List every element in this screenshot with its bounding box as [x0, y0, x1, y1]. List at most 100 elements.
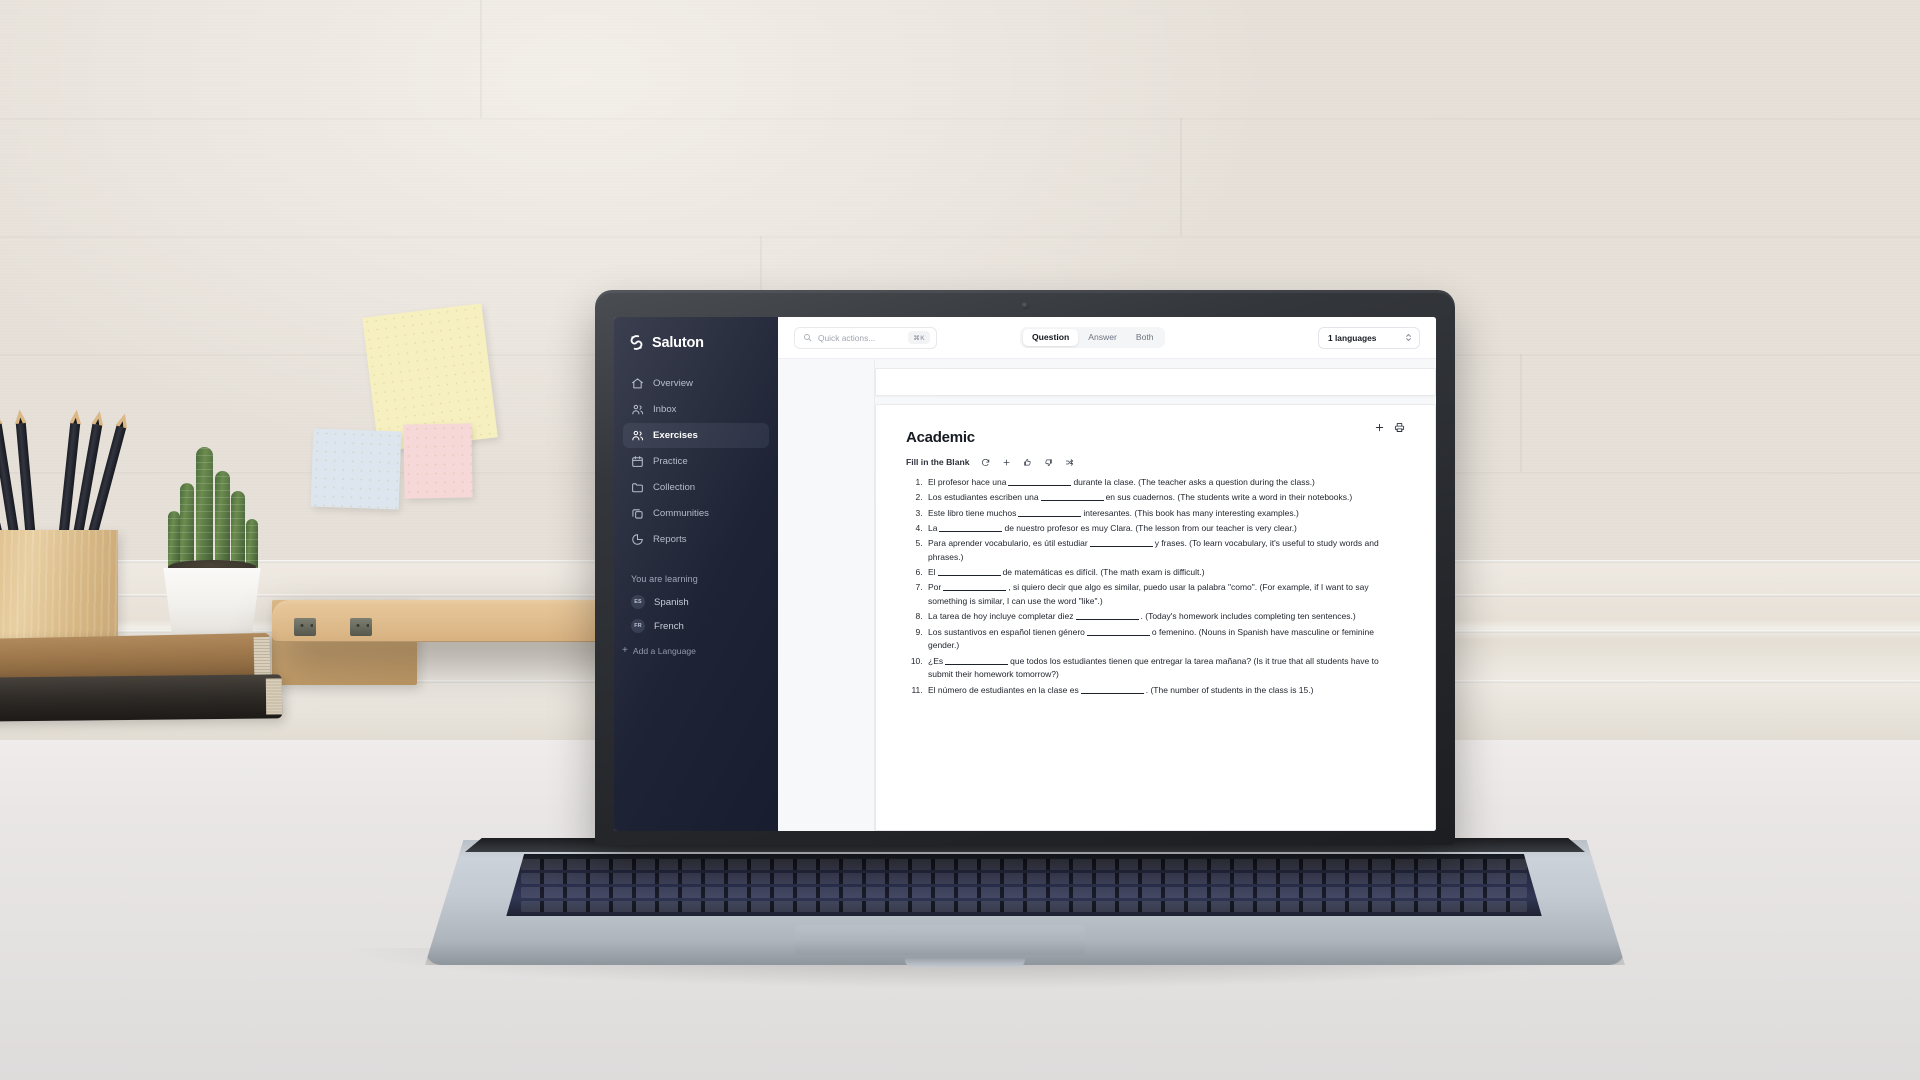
brand[interactable]: Saluton	[614, 332, 778, 371]
question-post: . (Today's homework includes completing …	[1140, 611, 1356, 622]
list-item: El número de estudiantes en la clase es.…	[925, 684, 1405, 698]
sidebar-nav: Overview Inbox Exercises Practice Collec…	[614, 371, 778, 552]
question-pre: El	[928, 567, 936, 578]
quick-actions-search[interactable]: Quick actions... ⌘K	[794, 326, 937, 349]
blank-field[interactable]	[943, 590, 1007, 592]
language-code-badge: FR	[631, 619, 645, 633]
sidebar-item-label: Communities	[653, 507, 709, 519]
saluton-swirl-logo-icon	[630, 335, 643, 350]
sidebar-item-collection[interactable]: Collection	[623, 475, 769, 500]
refresh-icon[interactable]	[981, 458, 990, 467]
blank-field[interactable]	[1040, 500, 1104, 502]
left-rail-panel[interactable]	[778, 359, 875, 831]
laptop-keyboard	[506, 854, 1542, 916]
exercise-type-label: Fill in the Blank	[906, 457, 970, 467]
calendar-icon	[632, 456, 643, 467]
tab-question[interactable]: Question	[1022, 329, 1079, 346]
laptop-lid: Saluton Overview Inbox Exercises Practic…	[595, 290, 1455, 845]
tab-both[interactable]: Both	[1127, 329, 1163, 346]
language-select-value: 1 languages	[1328, 332, 1377, 343]
question-pre: Para aprender vocabulario, es útil estud…	[928, 538, 1088, 549]
pie-chart-icon	[632, 534, 643, 545]
question-pre: Este libro tiene muchos	[928, 507, 1017, 518]
search-placeholder: Quick actions...	[818, 332, 876, 343]
blank-field[interactable]	[1075, 619, 1139, 621]
blank-field[interactable]	[1089, 546, 1153, 548]
sidebar-item-label: Collection	[653, 481, 696, 493]
add-icon[interactable]	[1374, 422, 1385, 433]
question-post: . (The number of students in the class i…	[1145, 684, 1314, 695]
exercise-type-row: Fill in the Blank	[906, 457, 1405, 467]
sidebar-item-label: Inbox	[653, 403, 677, 415]
plus-icon[interactable]	[1002, 458, 1011, 467]
sidebar-item-reports[interactable]: Reports	[623, 527, 769, 552]
question-pre: Los sustantivos en español tienen género	[928, 626, 1085, 637]
question-post: durante la clase. (The teacher asks a qu…	[1073, 477, 1315, 487]
sidebar-item-exercises[interactable]: Exercises	[623, 423, 769, 448]
sidebar-item-overview[interactable]: Overview	[623, 371, 769, 396]
learning-section-header: You are learning	[631, 574, 698, 584]
thumbs-up-icon[interactable]	[1023, 458, 1032, 467]
copy-icon	[632, 509, 643, 519]
sidebar-item-label: Practice	[653, 455, 688, 467]
laptop-notch-lip	[905, 958, 1025, 967]
question-pre: La tarea de hoy incluye completar diez	[928, 611, 1074, 622]
sidebar-item-label: Exercises	[653, 429, 698, 441]
add-language-button[interactable]: + Add a Language	[614, 637, 778, 657]
language-item-french[interactable]: FR French	[623, 615, 769, 637]
question-post: que todos los estudiantes tienen que ent…	[928, 655, 1379, 680]
blank-field[interactable]	[1086, 634, 1150, 636]
blank-field[interactable]	[945, 663, 1009, 665]
blank-field[interactable]	[939, 530, 1003, 532]
list-item: El de matemáticas es difícil. (The math e…	[925, 566, 1405, 580]
workspace: Academic Fill in the Blank 1. El profeso…	[778, 359, 1436, 831]
sidebar-item-inbox[interactable]: Inbox	[623, 397, 769, 422]
sidebar-item-communities[interactable]: Communities	[623, 501, 769, 526]
app-screen: Saluton Overview Inbox Exercises Practic…	[614, 317, 1436, 831]
list-item: ¿Esque todos los estudiantes tienen que …	[925, 655, 1405, 683]
list-item: El profesor hace una durante la clase. (T…	[925, 476, 1405, 490]
question-pre: Por	[928, 582, 942, 593]
view-mode-segmented-control: Question Answer Both	[1020, 326, 1166, 349]
exercise-card-academic: Academic Fill in the Blank 1. El profeso…	[875, 404, 1436, 831]
thumbs-down-icon[interactable]	[1044, 458, 1053, 467]
print-icon[interactable]	[1394, 422, 1405, 433]
shuffle-icon[interactable]	[1065, 458, 1074, 467]
blank-field[interactable]	[937, 575, 1001, 577]
question-post: en sus cuadernos. (The students write a …	[1105, 492, 1353, 503]
laptop: Saluton Overview Inbox Exercises Practic…	[0, 0, 1920, 1080]
question-post: , si quiero decir que algo es similar, p…	[928, 582, 1369, 607]
laptop-trackpad	[795, 925, 1085, 955]
list-item: La de nuestro profesor es muy Clara. (The…	[925, 522, 1405, 536]
question-pre: El número de estudiantes en la clase es	[928, 684, 1079, 695]
language-label: French	[654, 620, 684, 632]
sidebar: Saluton Overview Inbox Exercises Practic…	[614, 317, 778, 831]
question-post: interesantes. (This book has many intere…	[1083, 507, 1299, 518]
exercise-type-actions	[981, 458, 1074, 467]
sidebar-item-label: Reports	[653, 533, 687, 545]
list-item: La tarea de hoy incluye completar diez . …	[925, 610, 1405, 624]
list-item: Los sustantivos en español tienen género…	[925, 626, 1405, 654]
language-code-badge: ES	[631, 595, 645, 609]
exercise-card-previous[interactable]	[875, 368, 1436, 396]
list-item: Por, si quiero decir que algo es similar…	[925, 581, 1405, 609]
language-count-select[interactable]: 1 languages	[1318, 326, 1420, 349]
blank-field[interactable]	[1018, 515, 1082, 517]
tab-answer[interactable]: Answer	[1079, 329, 1126, 346]
question-post: de nuestro profesor es muy Clara. (The l…	[1004, 522, 1297, 533]
sidebar-item-label: Overview	[653, 377, 693, 389]
language-label: Spanish	[654, 596, 689, 608]
add-language-label: Add a Language	[632, 646, 696, 656]
blank-field[interactable]	[1080, 692, 1144, 694]
blank-field[interactable]	[1008, 485, 1072, 486]
list-item: Este libro tiene muchos interesantes. (Th…	[925, 507, 1405, 521]
language-list: ES Spanish FR French	[614, 591, 778, 637]
language-item-spanish[interactable]: ES Spanish	[623, 591, 769, 613]
question-pre: La	[928, 522, 938, 533]
card-header-actions	[1374, 422, 1405, 433]
sidebar-item-practice[interactable]: Practice	[623, 449, 769, 474]
users-icon	[632, 404, 644, 415]
brand-name: Saluton	[652, 334, 704, 351]
users-icon	[632, 430, 644, 441]
document-area: Academic Fill in the Blank 1. El profeso…	[875, 359, 1436, 831]
